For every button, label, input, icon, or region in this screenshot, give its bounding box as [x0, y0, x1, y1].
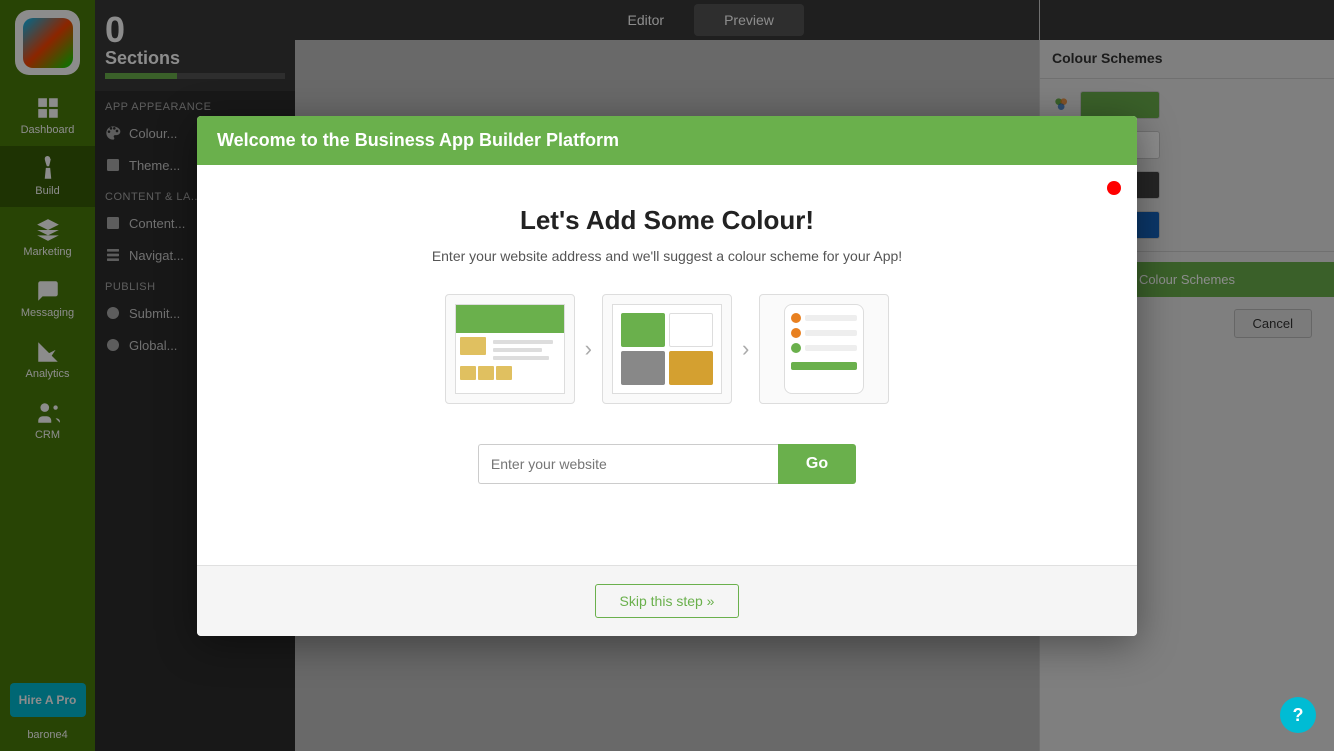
go-button[interactable]: Go — [778, 444, 856, 484]
website-input[interactable] — [478, 444, 778, 484]
modal-body: Let's Add Some Colour! Enter your websit… — [197, 165, 1137, 565]
modal-subtitle: Enter your website address and we'll sug… — [237, 248, 1097, 264]
step-arrow-1: › — [585, 336, 592, 362]
step3-phone-mockup — [784, 304, 864, 394]
modal-close-button[interactable] — [1107, 181, 1121, 195]
skip-button[interactable]: Skip this step » — [595, 584, 740, 618]
modal-footer: Skip this step » — [197, 565, 1137, 636]
colour-modal: Welcome to the Business App Builder Plat… — [197, 116, 1137, 636]
step-arrow-2: › — [742, 336, 749, 362]
step-2-box — [602, 294, 732, 404]
help-button[interactable]: ? — [1280, 697, 1316, 733]
step1-website-mockup — [455, 304, 565, 394]
modal-input-row: Go — [237, 444, 1097, 484]
modal-steps: › › — [237, 294, 1097, 404]
modal-header: Welcome to the Business App Builder Plat… — [197, 116, 1137, 165]
modal-header-title: Welcome to the Business App Builder Plat… — [217, 130, 619, 151]
step2-colour-swatches — [612, 304, 722, 394]
modal-title: Let's Add Some Colour! — [237, 205, 1097, 236]
step-1-box — [445, 294, 575, 404]
step-3-box — [759, 294, 889, 404]
